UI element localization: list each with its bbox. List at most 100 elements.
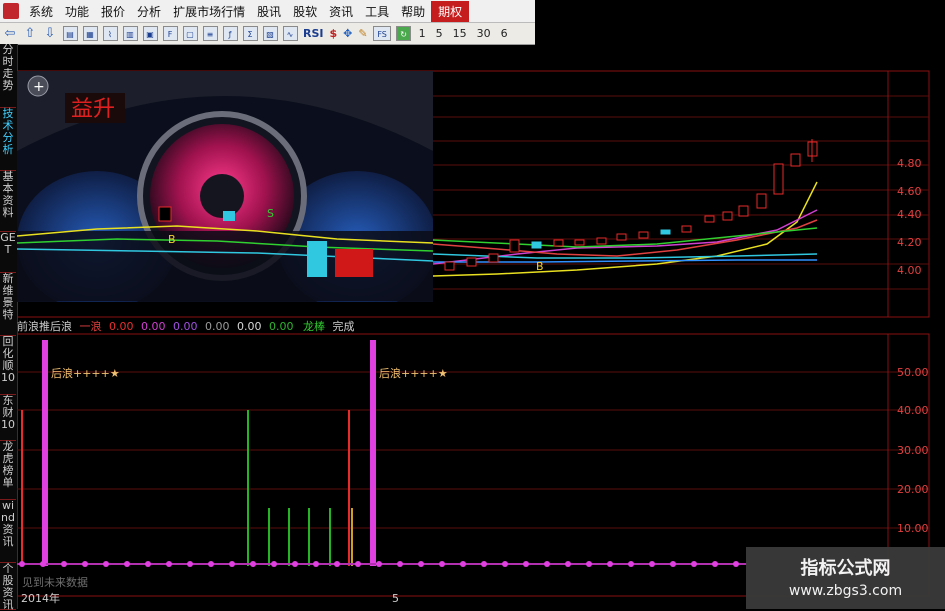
indicator-tick: 20.00 xyxy=(897,483,929,496)
indicator-dot xyxy=(523,561,529,567)
indicator-dot xyxy=(628,561,634,567)
indicator-tick: 40.00 xyxy=(897,404,929,417)
tab-wind[interactable]: wind资讯 xyxy=(0,500,16,563)
candlesticks xyxy=(421,139,818,275)
tab-dongcai[interactable]: 东财10 xyxy=(0,395,16,441)
price-tick: 4.00 xyxy=(897,264,922,277)
indicator-dot xyxy=(691,561,697,567)
tab-intraday[interactable]: 分时走势 xyxy=(0,44,16,108)
indicator-title[interactable]: 前浪推后浪 xyxy=(17,320,72,333)
rsi-button[interactable]: RSI xyxy=(303,27,324,40)
indicator-dot xyxy=(502,561,508,567)
indicator-dot xyxy=(649,561,655,567)
logo-text: 益升 xyxy=(71,97,115,122)
indicator-dot xyxy=(733,561,739,567)
menu-stock-software[interactable]: 股软 xyxy=(287,3,323,20)
pencil-icon[interactable]: ✎ xyxy=(358,27,367,40)
menu-analysis[interactable]: 分析 xyxy=(131,3,167,20)
indicator-label-dragon: 龙棒 xyxy=(303,320,325,333)
menu-quote[interactable]: 报价 xyxy=(95,3,131,20)
period-1[interactable]: 1 xyxy=(419,27,426,40)
menu-extended-market[interactable]: 扩展市场行情 xyxy=(167,3,251,20)
indicator-dot xyxy=(355,561,361,567)
period-5[interactable]: 5 xyxy=(436,27,443,40)
menu-stock-news[interactable]: 股讯 xyxy=(251,3,287,20)
x-label-year: 2014年 xyxy=(21,591,60,605)
f10-icon[interactable]: F xyxy=(162,26,178,41)
refresh-icon[interactable]: ↻ xyxy=(396,26,412,41)
wave-icon[interactable]: ∿ xyxy=(282,26,298,41)
lower-axis: 50.00 40.00 30.00 20.00 10.00 xyxy=(897,366,929,535)
indicator-value-2: 0.00 xyxy=(141,320,166,333)
period-60[interactable]: 6 xyxy=(501,27,508,40)
indicator-value-5: 0.00 xyxy=(237,320,262,333)
indicator-dots xyxy=(19,561,739,567)
window-icon[interactable]: ▣ xyxy=(142,26,158,41)
watermark-url: www.zbgs3.com xyxy=(788,583,903,599)
arrow-down-icon[interactable]: ⇩ xyxy=(43,26,58,41)
document-icon[interactable]: ▢ xyxy=(182,26,198,41)
tab-new-dimension[interactable]: 新维景特 xyxy=(0,273,16,336)
indicator-dot xyxy=(124,561,130,567)
menu-bar: 系统 功能 报价 分析 扩展市场行情 股讯 股软 资讯 工具 帮助 期权 xyxy=(0,0,535,23)
indicator-dot xyxy=(271,561,277,567)
side-tab-strip: 分时走势 技术分析 基本资料 GET 新维景特 回化顺10 东财10 龙虎榜单 … xyxy=(0,44,18,611)
dollar-icon[interactable]: $ xyxy=(330,27,338,40)
kline-icon[interactable]: ▥ xyxy=(122,26,138,41)
indicator-dot xyxy=(208,561,214,567)
menu-information[interactable]: 资讯 xyxy=(323,3,359,20)
indicator-dot xyxy=(19,561,25,567)
future-data-note: 见到未来数据 xyxy=(22,575,88,589)
tab-technical-analysis[interactable]: 技术分析 xyxy=(0,108,16,171)
grid-icon[interactable]: ▦ xyxy=(82,26,98,41)
tab-fundamentals[interactable]: 基本资料 xyxy=(0,171,16,232)
move-icon[interactable]: ✥ xyxy=(343,27,352,40)
arrow-up-icon[interactable]: ⇧ xyxy=(23,26,38,41)
indicator-dot xyxy=(166,561,172,567)
menu-tools[interactable]: 工具 xyxy=(359,3,395,20)
indicator-dot xyxy=(481,561,487,567)
menu-help[interactable]: 帮助 xyxy=(395,3,431,20)
indicator-dot xyxy=(313,561,319,567)
indicator-dot xyxy=(82,561,88,567)
indicator-dot xyxy=(187,561,193,567)
image-sell-marker: S xyxy=(267,207,274,220)
indicator-dot xyxy=(439,561,445,567)
x-label-month: 5 xyxy=(392,592,399,605)
quote-list-icon[interactable]: ▤ xyxy=(62,26,78,41)
period-30[interactable]: 30 xyxy=(477,27,491,40)
indicator-tick: 30.00 xyxy=(897,444,929,457)
indicator-dot xyxy=(61,561,67,567)
tab-get[interactable]: GET xyxy=(0,232,16,273)
toolbar: ⇦ ⇧ ⇩ ▤ ▦ ⌇ ▥ ▣ F ▢ ≡ ƒ Σ ▧ ∿ RSI $ ✥ ✎ … xyxy=(0,23,535,45)
dashboard-ad-image: + 益升 B S xyxy=(17,71,433,302)
indicator-dot xyxy=(292,561,298,567)
indicator-tick: 50.00 xyxy=(897,366,929,379)
arrow-left-icon[interactable]: ⇦ xyxy=(3,26,18,41)
period-15[interactable]: 15 xyxy=(453,27,467,40)
indicator-dot xyxy=(565,561,571,567)
menu-system[interactable]: 系统 xyxy=(23,3,59,20)
stats-icon[interactable]: Σ xyxy=(242,26,258,41)
indicator-value-1: 0.00 xyxy=(109,320,134,333)
indicator-value-3: 0.00 xyxy=(173,320,198,333)
fs-button[interactable]: FS xyxy=(373,26,392,41)
indicator-tick: 10.00 xyxy=(897,522,929,535)
tab-huihua[interactable]: 回化顺10 xyxy=(0,336,16,395)
indicator-value-4: 0.00 xyxy=(205,320,230,333)
tab-stock-news[interactable]: 个股资讯 xyxy=(0,563,16,611)
indicator-dot xyxy=(586,561,592,567)
indicator-dot xyxy=(670,561,676,567)
report-icon[interactable]: ▧ xyxy=(262,26,278,41)
menu-options[interactable]: 期权 xyxy=(431,0,470,22)
app-logo-icon xyxy=(3,3,19,19)
line-chart-icon[interactable]: ⌇ xyxy=(102,26,118,41)
buy-marker: B xyxy=(536,260,544,273)
menu-function[interactable]: 功能 xyxy=(59,3,95,20)
indicator-header: 前浪推后浪 一浪 0.00 0.00 0.00 0.00 0.00 0.00 龙… xyxy=(17,318,607,333)
tab-dragon-tiger[interactable]: 龙虎榜单 xyxy=(0,441,16,500)
image-buy-marker: B xyxy=(168,233,176,246)
notes-icon[interactable]: ≡ xyxy=(202,26,218,41)
svg-text:+: + xyxy=(33,79,45,95)
formula-icon[interactable]: ƒ xyxy=(222,26,238,41)
